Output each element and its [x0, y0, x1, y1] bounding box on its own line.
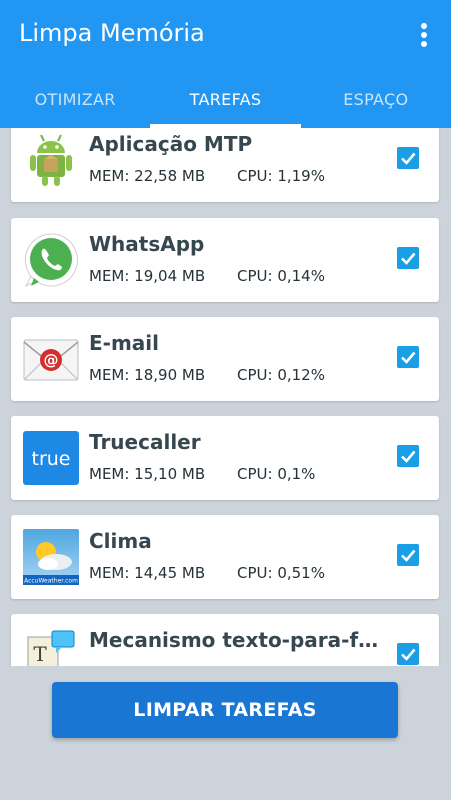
task-memory: MEM: 19,04 MB — [89, 267, 206, 285]
task-card[interactable]: T Mecanismo texto-para-fal… — [11, 614, 439, 666]
more-vert-icon[interactable] — [421, 23, 427, 47]
task-checkbox[interactable] — [397, 544, 419, 566]
truecaller-icon-text: true — [32, 448, 71, 470]
task-memory: MEM: 18,90 MB — [89, 366, 206, 384]
task-checkbox[interactable] — [397, 247, 419, 269]
task-cpu: CPU: 0,1% — [237, 465, 316, 483]
task-name: WhatsApp — [89, 232, 205, 256]
task-cpu: CPU: 0,12% — [237, 366, 325, 384]
weather-icon-text: AccuWeather.com — [24, 578, 78, 585]
app-bar: Limpa Memória OTIMIZAR TAREFAS ESPAÇO — [0, 0, 451, 128]
truecaller-icon: true — [22, 429, 80, 487]
weather-icon: AccuWeather.com — [22, 528, 80, 586]
task-cpu: CPU: 0,51% — [237, 564, 325, 582]
whatsapp-icon — [22, 231, 80, 289]
task-checkbox[interactable] — [397, 346, 419, 368]
tab-bar: OTIMIZAR TAREFAS ESPAÇO — [0, 78, 451, 128]
text-to-speech-icon: T — [22, 627, 80, 666]
task-name: E-mail — [89, 331, 160, 355]
svg-text:@: @ — [44, 351, 59, 369]
task-card[interactable]: WhatsApp MEM: 19,04 MB CPU: 0,14% — [11, 218, 439, 302]
task-card[interactable]: @ E-mail MEM: 18,90 MB CPU: 0,12% — [11, 317, 439, 401]
tab-tarefas[interactable]: TAREFAS — [150, 78, 301, 128]
task-list[interactable]: Aplicação MTP MEM: 22,58 MB CPU: 1,19% W… — [0, 128, 451, 666]
task-checkbox[interactable] — [397, 643, 419, 665]
task-checkbox[interactable] — [397, 147, 419, 169]
task-memory: MEM: 14,45 MB — [89, 564, 206, 582]
task-memory: MEM: 22,58 MB — [89, 167, 206, 185]
task-name: Aplicação MTP — [89, 132, 253, 156]
email-icon: @ — [22, 330, 80, 388]
task-card[interactable]: AccuWeather.com Clima MEM: 14,45 MB CPU:… — [11, 515, 439, 599]
task-name: Clima — [89, 529, 152, 553]
tts-icon-text: T — [33, 642, 47, 666]
tab-espaco[interactable]: ESPAÇO — [301, 78, 451, 128]
task-card[interactable]: Aplicação MTP MEM: 22,58 MB CPU: 1,19% — [11, 128, 439, 202]
task-checkbox[interactable] — [397, 445, 419, 467]
task-cpu: CPU: 0,14% — [237, 267, 325, 285]
clean-tasks-button[interactable]: LIMPAR TAREFAS — [52, 682, 398, 738]
app-title: Limpa Memória — [19, 19, 205, 47]
android-icon — [22, 131, 80, 189]
task-name: Truecaller — [89, 430, 201, 454]
tab-otimizar[interactable]: OTIMIZAR — [0, 78, 150, 128]
task-memory: MEM: 15,10 MB — [89, 465, 206, 483]
task-cpu: CPU: 1,19% — [237, 167, 325, 185]
task-card[interactable]: true Truecaller MEM: 15,10 MB CPU: 0,1% — [11, 416, 439, 500]
task-name: Mecanismo texto-para-fal… — [89, 628, 379, 652]
